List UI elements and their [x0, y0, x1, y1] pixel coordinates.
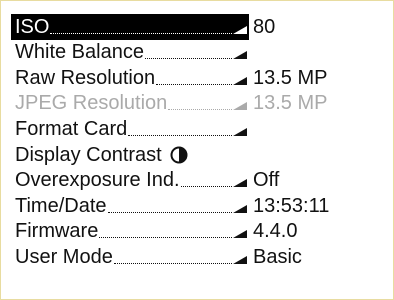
dotted-leader: [168, 108, 232, 111]
menu-item-label-cell: Firmware: [11, 219, 249, 245]
menu-item-overexposure-indicator[interactable]: Overexposure Ind. Off: [11, 168, 385, 194]
camera-menu-screen: ISO 80 White Balance Raw Resolution 13.5…: [0, 0, 394, 300]
submenu-arrow-icon: [233, 255, 247, 264]
settings-menu: ISO 80 White Balance Raw Resolution 13.5…: [11, 14, 385, 270]
menu-item-label: ISO: [15, 15, 50, 38]
menu-item-time-date[interactable]: Time/Date 13:53:11: [11, 193, 385, 219]
menu-item-firmware[interactable]: Firmware 4.4.0: [11, 219, 385, 245]
menu-item-format-card[interactable]: Format Card: [11, 116, 385, 142]
submenu-arrow-icon: [233, 102, 247, 111]
menu-item-label: Format Card: [15, 117, 128, 140]
dotted-leader: [50, 32, 232, 34]
menu-item-display-contrast[interactable]: Display Contrast: [11, 142, 385, 168]
menu-item-label: User Mode: [15, 245, 113, 268]
menu-item-label-cell: User Mode: [11, 244, 249, 270]
dotted-leader: [144, 57, 232, 60]
menu-item-jpeg-resolution: JPEG Resolution 13.5 MP: [11, 91, 385, 117]
menu-item-label-cell: Time/Date: [11, 193, 249, 219]
menu-item-label-cell: Display Contrast: [11, 142, 162, 168]
menu-item-iso[interactable]: ISO 80: [11, 14, 385, 40]
menu-item-value: Basic: [253, 245, 302, 268]
menu-item-user-mode[interactable]: User Mode Basic: [11, 244, 385, 270]
dotted-leader: [113, 262, 232, 264]
submenu-arrow-icon: [233, 204, 247, 213]
menu-item-label: Firmware: [15, 220, 99, 243]
menu-item-label: Overexposure Ind.: [15, 169, 180, 192]
menu-item-label: JPEG Resolution: [15, 92, 168, 115]
menu-item-label-cell: JPEG Resolution: [11, 91, 249, 117]
menu-item-label-cell: White Balance: [11, 40, 249, 66]
menu-item-label: Raw Resolution: [15, 66, 156, 89]
menu-item-value: 13:53:11: [253, 194, 330, 217]
menu-item-raw-resolution[interactable]: Raw Resolution 13.5 MP: [11, 65, 385, 91]
submenu-arrow-icon: [233, 127, 247, 136]
submenu-arrow-icon: [233, 179, 247, 188]
submenu-arrow-icon: [233, 25, 247, 34]
menu-item-value: 13.5 MP: [253, 66, 328, 89]
menu-item-label-cell: Raw Resolution: [11, 65, 249, 91]
menu-item-white-balance[interactable]: White Balance: [11, 40, 385, 66]
dotted-leader: [156, 83, 232, 85]
menu-item-value: 13.5 MP: [253, 92, 328, 115]
contrast-icon: [170, 146, 188, 164]
menu-item-label: Display Contrast: [15, 143, 162, 166]
menu-item-value: 80: [253, 15, 276, 38]
menu-item-label-cell: ISO: [11, 14, 249, 40]
menu-item-label-cell: Format Card: [11, 116, 249, 142]
submenu-arrow-icon: [233, 76, 247, 85]
dotted-leader: [180, 185, 232, 188]
dotted-leader: [99, 236, 232, 239]
dotted-leader: [107, 211, 232, 213]
dotted-leader: [128, 134, 232, 136]
menu-item-label: Time/Date: [15, 194, 107, 217]
menu-item-label: White Balance: [15, 41, 144, 64]
submenu-arrow-icon: [233, 51, 247, 60]
menu-item-label-cell: Overexposure Ind.: [11, 168, 249, 194]
menu-item-value: 4.4.0: [253, 220, 298, 243]
submenu-arrow-icon: [233, 230, 247, 239]
menu-item-value: Off: [253, 169, 280, 192]
